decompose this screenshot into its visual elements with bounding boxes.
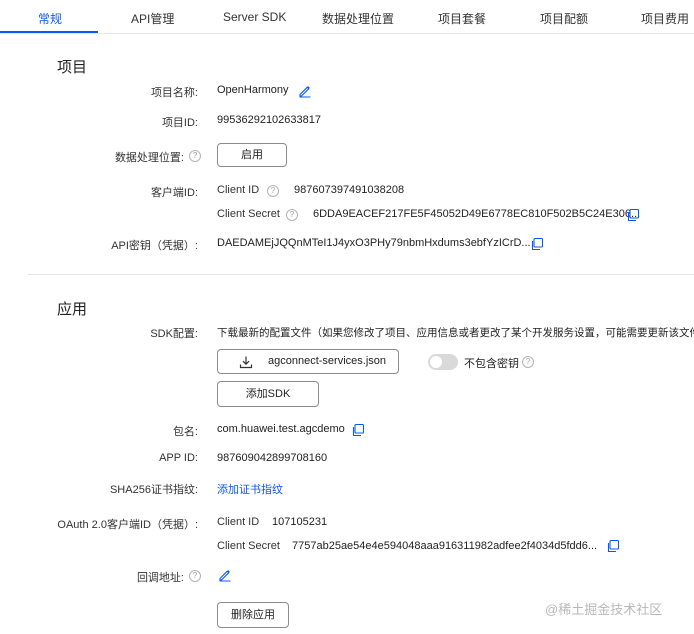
add-sdk-button[interactable]: 添加SDK <box>217 381 319 407</box>
tab-bar: 常规 API管理 Server SDK 数据处理位置 项目套餐 项目配额 项目费… <box>0 0 694 34</box>
download-config-button[interactable]: agconnect-services.json <box>217 349 399 374</box>
project-name-value: OpenHarmony <box>217 84 289 96</box>
tab-project-quota[interactable]: 项目配额 <box>540 10 588 27</box>
project-name-label: 项目名称: <box>150 87 198 99</box>
app-section-title: 应用 <box>57 301 88 318</box>
delete-app-button[interactable]: 删除应用 <box>217 602 289 628</box>
client-secret-value: 6DDA9EACEF217FE5F45052D49E6778EC810F502B… <box>313 208 641 220</box>
edit-project-name-icon[interactable] <box>298 84 312 98</box>
project-section-title: 项目 <box>57 59 88 76</box>
data-location-label: 数据处理位置: <box>114 152 184 164</box>
project-id-value: 99536292102633817 <box>217 114 322 126</box>
sha256-label: SHA256证书指纹: <box>109 484 198 496</box>
help-icon[interactable]: ? <box>189 150 201 162</box>
help-icon[interactable]: ? <box>267 185 279 197</box>
tab-general[interactable]: 常规 <box>38 10 62 27</box>
app-id-value: 987609042899708160 <box>217 452 328 464</box>
client-id-sublabel: Client ID <box>217 184 260 196</box>
active-tab-indicator <box>0 31 98 33</box>
sdk-config-description: 下载最新的配置文件（如果您修改了项目、应用信息或者更改了某个开发服务设置，可能需… <box>217 327 694 339</box>
sdk-config-label: SDK配置: <box>150 328 198 340</box>
tab-project-plan[interactable]: 项目套餐 <box>438 10 486 27</box>
help-icon[interactable]: ? <box>522 356 534 368</box>
client-secret-sublabel: Client Secret <box>217 208 280 220</box>
app-id-label: APP ID: <box>159 452 198 464</box>
tab-api-management[interactable]: API管理 <box>131 10 174 27</box>
help-icon[interactable]: ? <box>189 570 201 582</box>
edit-callback-url-icon[interactable] <box>218 568 232 582</box>
client-id-label: 客户端ID: <box>150 187 198 199</box>
client-id-value: 987607397491038208 <box>294 184 405 196</box>
api-key-value: DAEDAMEjJQQnMTeI1J4yxO3PHy79nbmHxdums3eb… <box>217 237 531 249</box>
copy-oauth-secret-icon[interactable] <box>606 539 620 553</box>
oauth-client-secret-sublabel: Client Secret <box>217 540 280 552</box>
tab-project-cost[interactable]: 项目费用 <box>641 10 689 27</box>
exclude-key-toggle[interactable] <box>428 354 458 370</box>
section-divider <box>28 274 694 275</box>
help-icon[interactable]: ? <box>286 209 298 221</box>
oauth-client-secret-value: 7757ab25ae54e4e594048aaa916311982adfee2f… <box>292 540 598 552</box>
oauth-label: OAuth 2.0客户端ID（凭据）: <box>57 519 198 531</box>
package-name-value: com.huawei.test.agcdemo <box>217 423 345 435</box>
callback-url-label: 回调地址: <box>136 572 184 584</box>
copy-package-name-icon[interactable] <box>351 423 365 437</box>
copy-api-key-icon[interactable] <box>530 237 544 251</box>
api-key-label: API密钥（凭据）: <box>111 240 198 252</box>
exclude-key-label: 不包含密钥 <box>464 358 519 370</box>
project-id-label: 项目ID: <box>161 117 198 129</box>
copy-client-secret-icon[interactable] <box>626 208 640 222</box>
oauth-client-id-sublabel: Client ID <box>217 516 260 528</box>
toggle-knob <box>430 356 442 368</box>
package-name-label: 包名: <box>172 426 198 438</box>
tab-data-location[interactable]: 数据处理位置 <box>322 10 394 27</box>
add-fingerprint-link[interactable]: 添加证书指纹 <box>217 481 283 497</box>
enable-button[interactable]: 启用 <box>217 143 287 167</box>
download-icon <box>239 356 253 369</box>
tab-server-sdk[interactable]: Server SDK <box>223 10 286 24</box>
oauth-client-id-value: 107105231 <box>272 516 328 528</box>
download-config-label: agconnect-services.json <box>268 355 387 367</box>
watermark: @稀土掘金技术社区 <box>545 602 663 617</box>
